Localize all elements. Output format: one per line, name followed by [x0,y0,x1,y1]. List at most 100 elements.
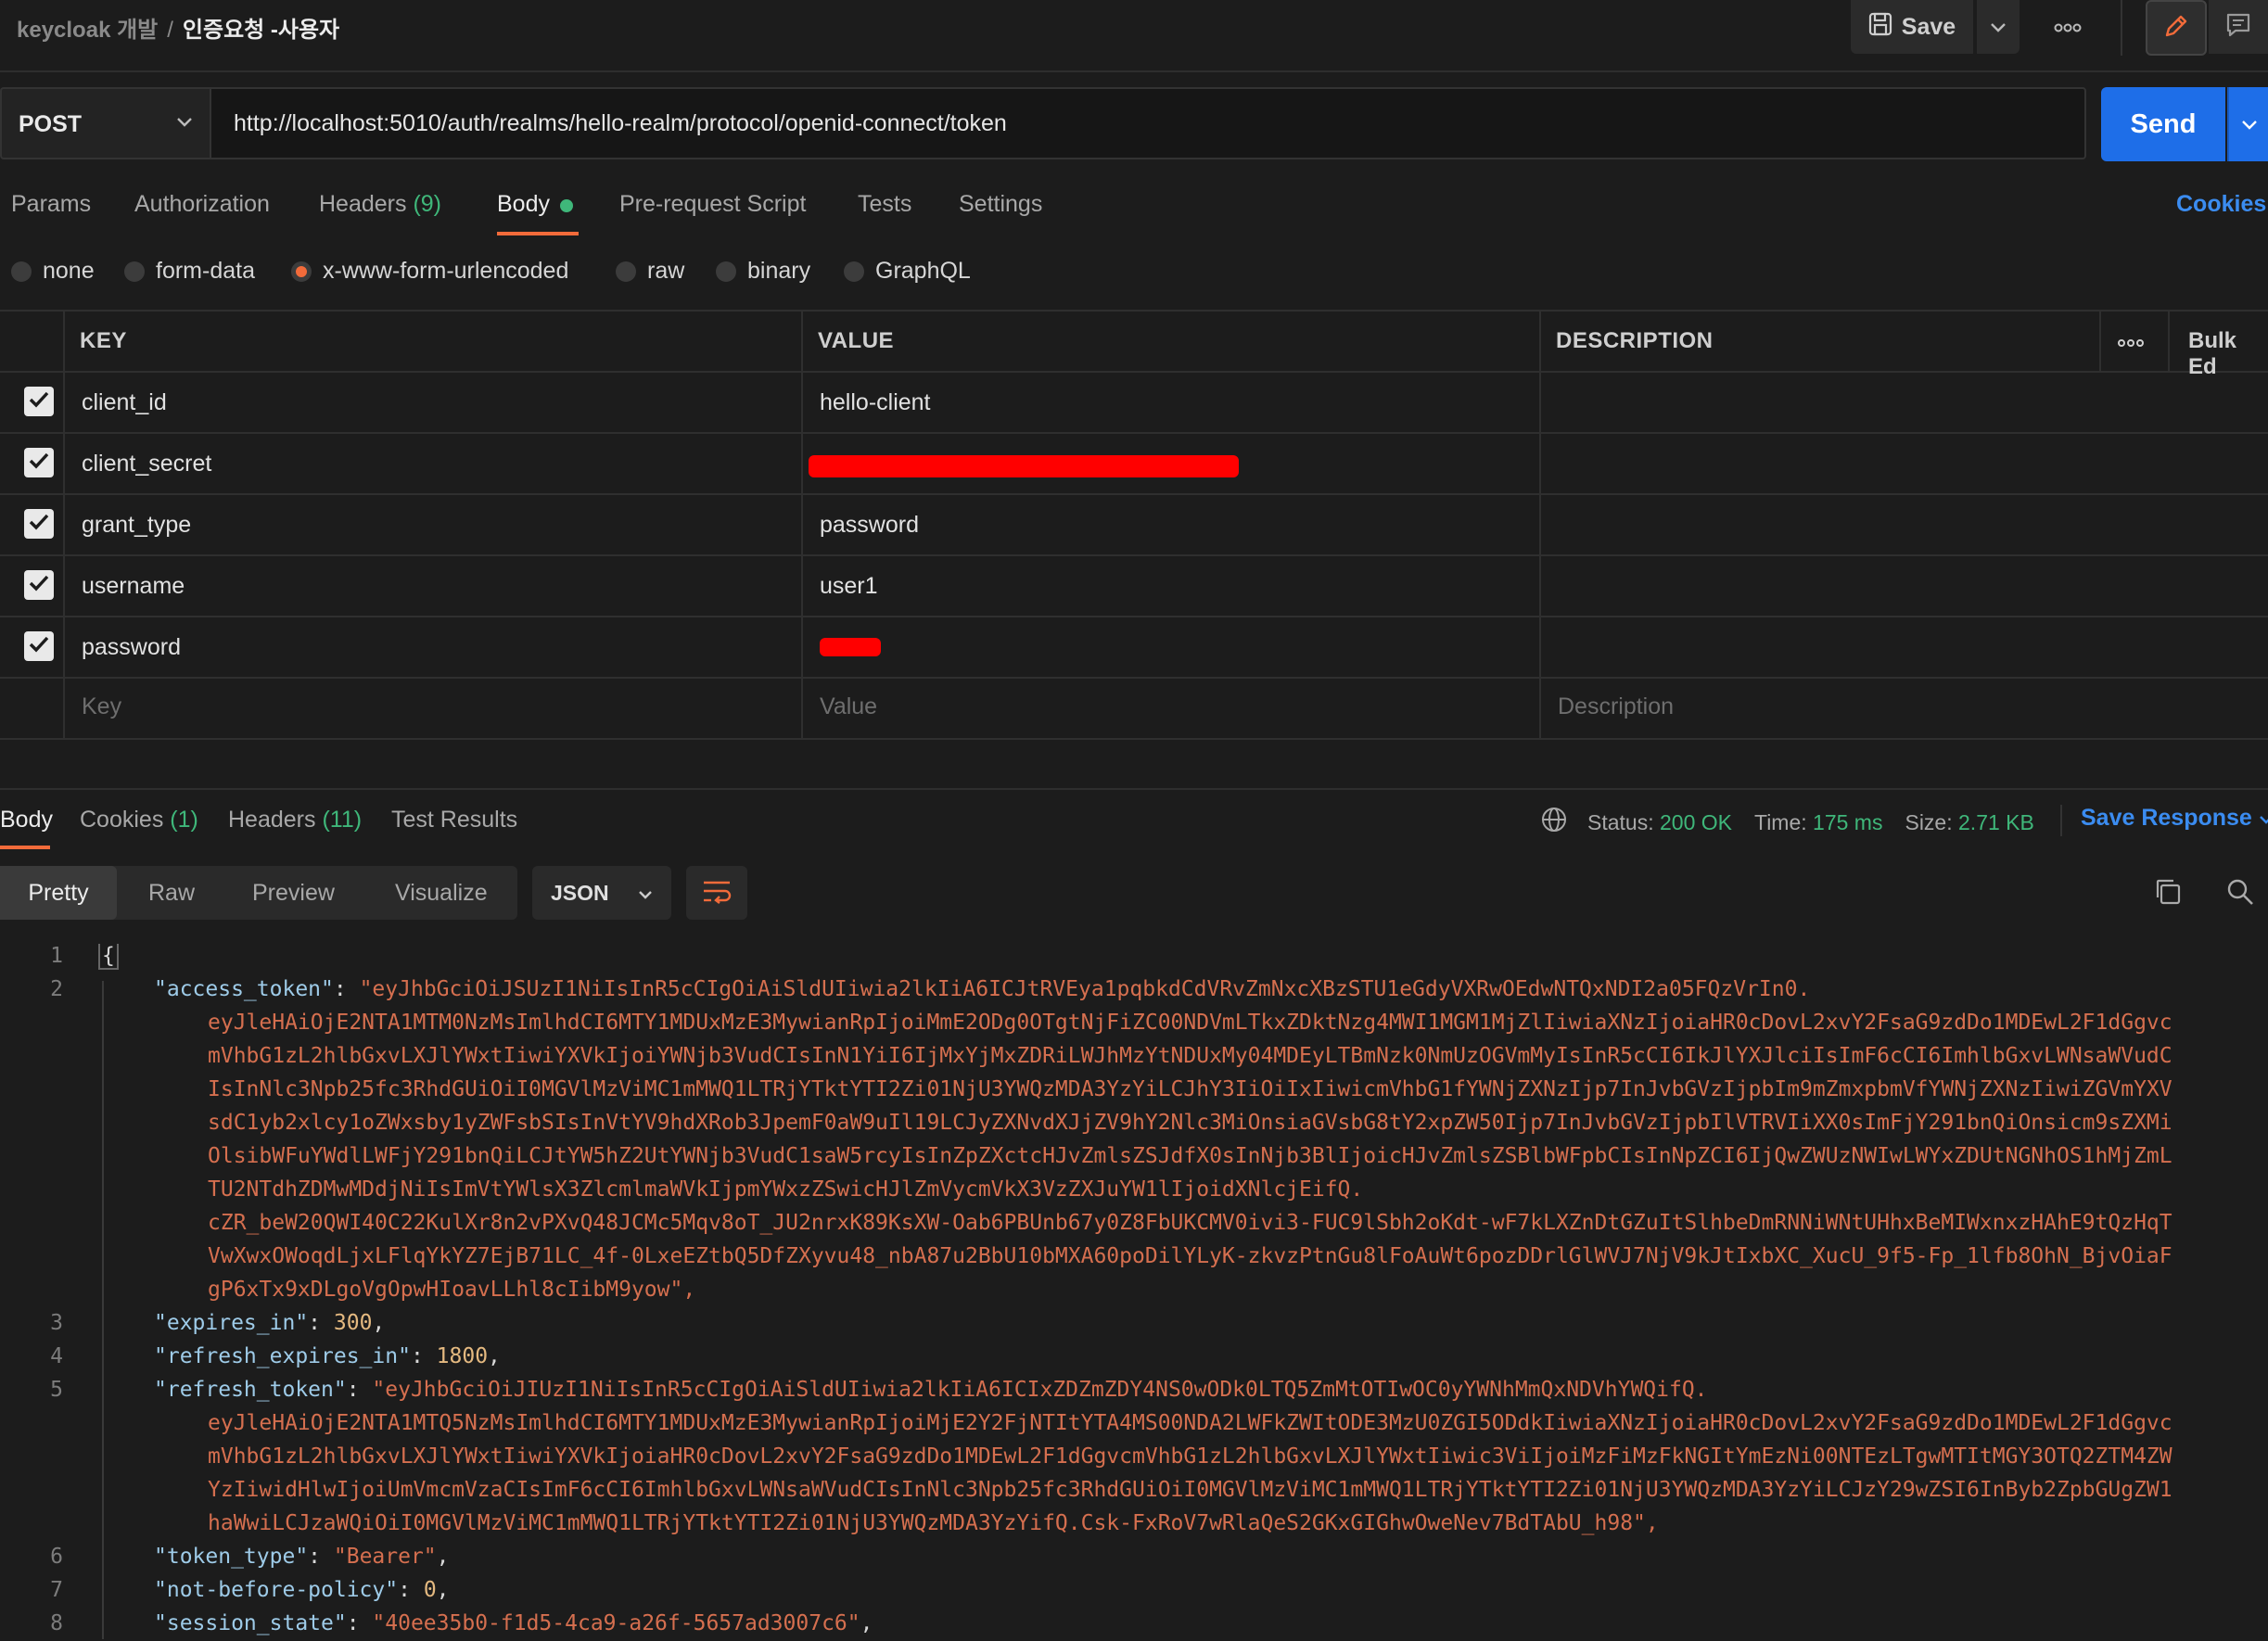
send-button[interactable]: Send [2101,87,2225,161]
view-raw-button[interactable]: Raw [148,866,195,920]
radio-label: x-www-form-urlencoded [323,258,569,284]
send-options-dropdown[interactable] [2227,87,2268,161]
table-border [1539,310,1541,738]
time-value[interactable]: 175 ms [1813,810,1882,835]
code-line-wrap: TU2NTdhZDMwMDdjNiIsImVtYWlsX3ZlcmlmaWVkI… [208,1177,1364,1202]
response-tab-headers[interactable]: Headers (11) [228,807,362,833]
search-icon[interactable] [2225,877,2255,911]
param-key[interactable]: client_id [82,389,167,416]
size-value[interactable]: 2.71 KB [1958,810,2034,835]
radio-binary[interactable]: binary [716,258,810,285]
row-checkbox[interactable] [24,387,54,416]
tab-tests[interactable]: Tests [858,191,911,218]
radio-raw[interactable]: raw [616,258,684,285]
wrap-lines-button[interactable] [686,866,747,920]
column-header-value: VALUE [818,328,895,353]
radio-dot [716,261,736,282]
radio-form-data[interactable]: form-data [124,258,255,285]
table-border [0,738,2268,740]
method-select[interactable]: POST [0,87,210,159]
code-line-wrap: OlsibWFuYWdlLWFjY291bnQiLCJtYW5hZ2UtYWNj… [208,1144,2172,1168]
response-tab-body[interactable]: Body [0,807,53,833]
code-line: "expires_in": 300, [154,1311,386,1335]
chevron-down-icon [2259,805,2268,831]
param-key[interactable]: username [82,573,185,600]
row-checkbox[interactable] [24,570,54,600]
toolbar-divider [2121,0,2122,56]
code-line: "refresh_token": "eyJhbGciOiJIUzI1NiIsIn… [154,1378,1708,1402]
column-options-button[interactable] [2118,328,2144,354]
line-number: 7 [50,1578,63,1602]
tab-pre-request-script[interactable]: Pre-request Script [619,191,806,218]
breadcrumb-workspace[interactable]: keycloak 개발 [17,18,158,43]
new-description-input[interactable]: Description [1558,693,1674,720]
table-border [0,432,2268,434]
tab-label: Headers [228,807,316,833]
response-tab-test-results[interactable]: Test Results [391,807,517,833]
param-value[interactable]: password [820,512,919,539]
cookies-link[interactable]: Cookies [2176,191,2266,218]
param-key[interactable]: client_secret [82,451,211,477]
checkmark-icon [29,514,49,535]
tab-params[interactable]: Params [11,191,91,218]
code-line-wrap: haWwiLCJzaWQiOiI0MGVlMzViMC1mMWQ1LTRjYTk… [208,1511,1659,1535]
more-horizontal-icon [2118,328,2144,353]
code-line: "not-before-policy": 0, [154,1578,450,1602]
bulk-edit-button[interactable]: Bulk Ed [2188,328,2268,380]
url-input[interactable]: http://localhost:5010/auth/realms/hello-… [210,87,2086,159]
format-select[interactable]: JSON [532,866,671,920]
save-options-dropdown[interactable] [1977,0,2020,54]
response-body-viewer[interactable]: 1 2 3 4 5 6 7 8 { "access_token": "eyJhb… [0,944,2268,1641]
row-checkbox[interactable] [24,631,54,661]
save-icon [1868,12,1892,43]
response-tab-cookies[interactable]: Cookies (1) [80,807,198,833]
tab-headers[interactable]: Headers (9) [319,191,441,218]
tab-body[interactable]: Body [497,191,550,218]
status-value[interactable]: 200 OK [1660,810,1732,835]
radio-none[interactable]: none [11,258,95,285]
tab-authorization[interactable]: Authorization [134,191,270,218]
comments-button[interactable] [2209,0,2268,54]
view-pretty-button[interactable]: Pretty [0,866,117,920]
view-visualize-button[interactable]: Visualize [395,866,488,920]
code-line-wrap: IsInNlc3Npb25fc3RhdGUiOiI0MGVlMzViMC1mMW… [208,1077,2172,1101]
code-line-wrap: eyJleHAiOjE2NTA1MTQ5NzMsImlhdCI6MTY1MDUx… [208,1411,2172,1435]
wrap-lines-icon [702,878,732,909]
edit-button[interactable] [2146,0,2207,56]
table-border [63,310,65,738]
new-value-input[interactable]: Value [820,693,877,720]
table-border [2099,310,2101,371]
copy-icon[interactable] [2153,877,2183,911]
table-border [0,554,2268,556]
param-value[interactable]: hello-client [820,389,931,416]
view-preview-button[interactable]: Preview [252,866,335,920]
chevron-down-icon [638,881,653,906]
save-response-button[interactable]: Save Response [2081,805,2268,832]
line-number: 3 [50,1311,63,1335]
radio-graphql[interactable]: GraphQL [844,258,971,285]
table-border [0,616,2268,617]
tab-settings[interactable]: Settings [959,191,1042,218]
status-label: Status: [1587,809,1654,834]
redaction-mark [809,455,1239,477]
code-line-wrap: YzIiwidHlwIjoiUmVmcmVzaCIsImF6cCI6ImhlbG… [208,1478,2172,1502]
radio-x-www-form-urlencoded[interactable]: x-www-form-urlencoded [291,258,568,285]
row-checkbox[interactable] [24,509,54,539]
breadcrumb-request-name[interactable]: 인증요청 -사용자 [183,18,339,43]
table-border [801,310,803,738]
code-line-wrap: eyJleHAiOjE2NTA1MTM0NzMsImlhdCI6MTY1MDUx… [208,1011,2172,1035]
param-key[interactable]: grant_type [82,512,191,539]
json-number: 300 [333,1311,373,1335]
param-value[interactable]: user1 [820,573,878,600]
row-checkbox[interactable] [24,448,54,477]
param-key[interactable]: password [82,634,181,661]
more-options-button[interactable] [2040,0,2096,54]
new-key-input[interactable]: Key [82,693,121,720]
json-key: "token_type" [154,1545,309,1569]
chevron-down-icon [176,109,193,134]
code-line: "refresh_expires_in": 1800, [154,1344,501,1368]
globe-icon[interactable] [1541,807,1567,838]
radio-label: binary [747,258,811,284]
breadcrumb-separator: / [167,18,173,43]
save-button[interactable]: Save [1851,0,1973,54]
